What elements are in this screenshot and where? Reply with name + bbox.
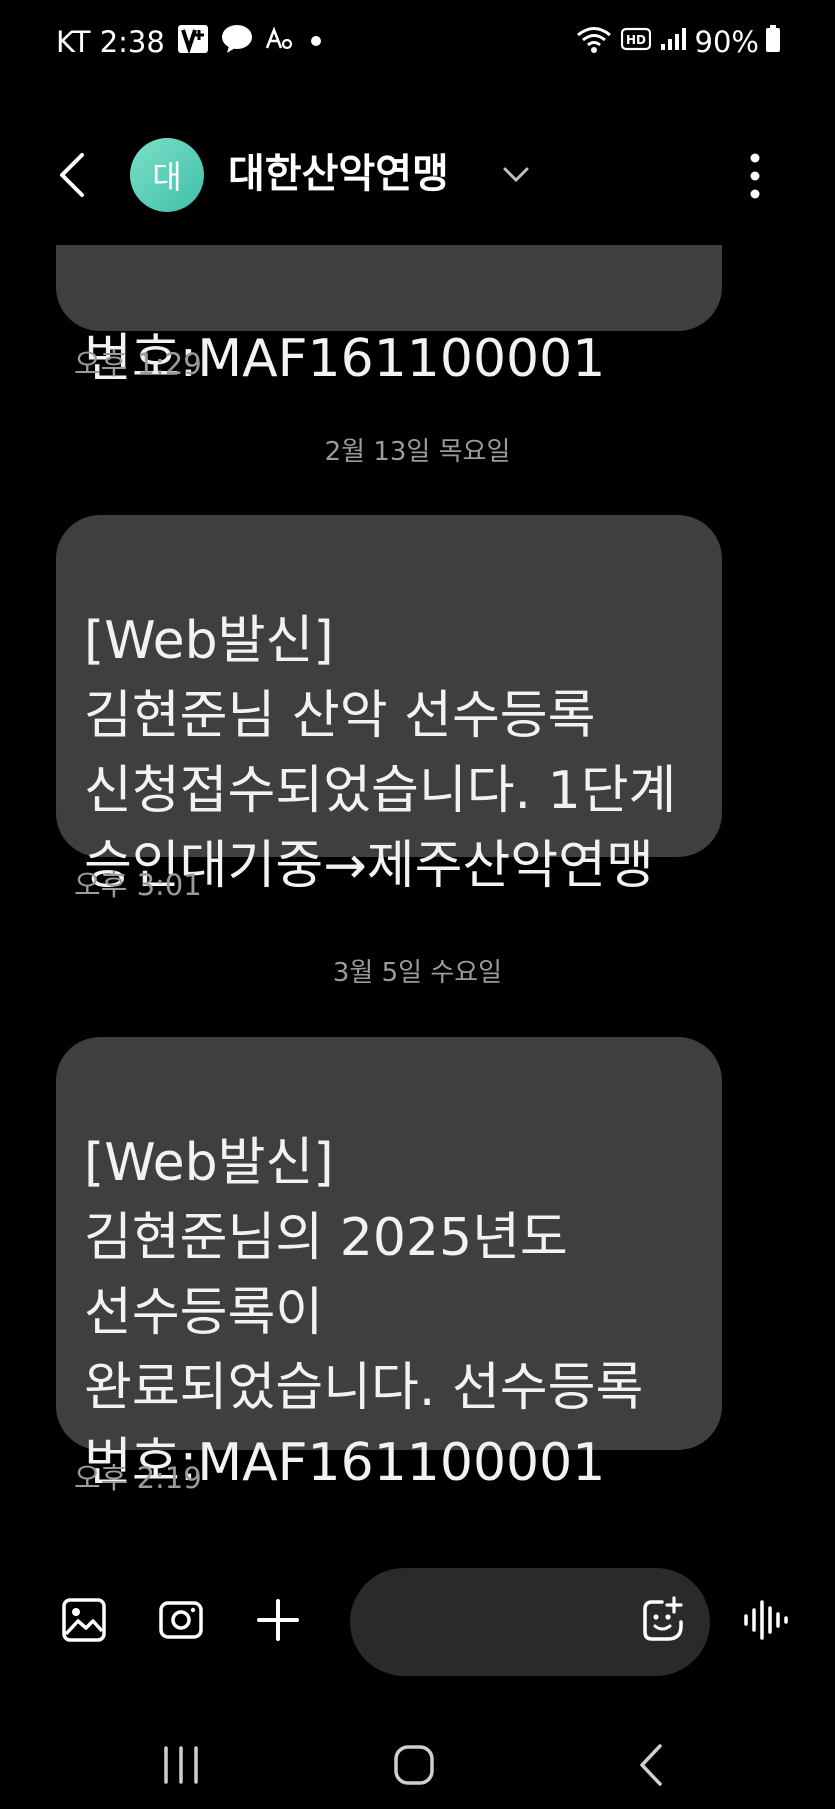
date-separator: 3월 5일 수요일	[332, 958, 503, 988]
back-arrow-icon	[60, 153, 84, 197]
chevron-down-icon[interactable]	[500, 162, 532, 188]
signal-icon	[659, 25, 687, 59]
home-icon	[394, 1745, 434, 1785]
battery-icon	[765, 24, 781, 60]
battery-level: 90%	[694, 25, 759, 59]
wifi-icon	[575, 24, 613, 61]
dot-icon	[305, 25, 327, 59]
v-plus-icon	[177, 24, 209, 61]
add-attachment-button[interactable]	[254, 1596, 302, 1644]
message-input[interactable]	[380, 1598, 614, 1648]
camera-icon	[159, 1601, 203, 1639]
status-right: HD 90%	[575, 22, 781, 62]
message-bubble[interactable]: [Web발신] 김현준님 산악 선수등록 신청접수되었습니다. 1단계 승인대기…	[56, 515, 722, 896]
hd-icon: HD	[620, 25, 651, 59]
avatar-initial: 대	[152, 158, 182, 196]
contact-avatar[interactable]: 대	[130, 138, 204, 212]
nav-back-button[interactable]	[628, 1740, 678, 1790]
message-text: [Web발신] 김현준님의 2025년도 선수등록이 완료되었습니다. 선수등록…	[84, 1133, 644, 1493]
kakaotalk-icon	[221, 24, 253, 61]
conversation-header: 대 대한산악연맹	[0, 120, 835, 230]
message-bubble[interactable]: 번호:MAF161100001	[56, 245, 722, 389]
camera-button[interactable]	[157, 1596, 205, 1644]
message-composer	[0, 1560, 835, 1680]
message-time: 오후 1:29	[74, 347, 202, 381]
home-button[interactable]	[390, 1740, 440, 1790]
more-vertical-icon	[750, 153, 760, 199]
message-input-pill[interactable]	[350, 1568, 710, 1676]
date-separator: 2월 13일 목요일	[324, 437, 511, 467]
carrier-time: KT 2:38	[56, 25, 165, 59]
gallery-icon	[62, 1598, 106, 1642]
emoji-sticker-icon	[643, 1596, 683, 1641]
more-options-button[interactable]	[740, 150, 770, 202]
recent-apps-button[interactable]	[156, 1740, 206, 1790]
status-left: KT 2:38	[56, 22, 327, 62]
svg-text:HD: HD	[626, 33, 646, 47]
voice-icon	[744, 1600, 788, 1640]
message-thread[interactable]: 번호:MAF161100001 오후 1:29 2월 13일 목요일 [Web발…	[0, 245, 835, 1535]
message-time: 오후 2:19	[74, 1461, 202, 1495]
system-nav-bar	[0, 1720, 835, 1809]
emoji-sticker-button[interactable]	[640, 1596, 686, 1646]
message-bubble[interactable]: [Web발신] 김현준님의 2025년도 선수등록이 완료되었습니다. 선수등록…	[56, 1037, 722, 1493]
back-button[interactable]	[50, 150, 96, 200]
plus-icon	[257, 1599, 299, 1641]
gallery-button[interactable]	[60, 1596, 108, 1644]
font-icon	[265, 25, 293, 59]
message-time: 오후 3:01	[74, 868, 202, 902]
recent-apps-icon	[164, 1746, 198, 1784]
message-text: [Web발신] 김현준님 산악 선수등록 신청접수되었습니다. 1단계 승인대기…	[84, 611, 677, 896]
status-bar: KT 2:38 HD 90%	[0, 0, 835, 84]
contact-name[interactable]: 대한산악연맹	[228, 148, 449, 200]
back-icon	[640, 1744, 662, 1786]
voice-input-button[interactable]	[742, 1596, 792, 1644]
